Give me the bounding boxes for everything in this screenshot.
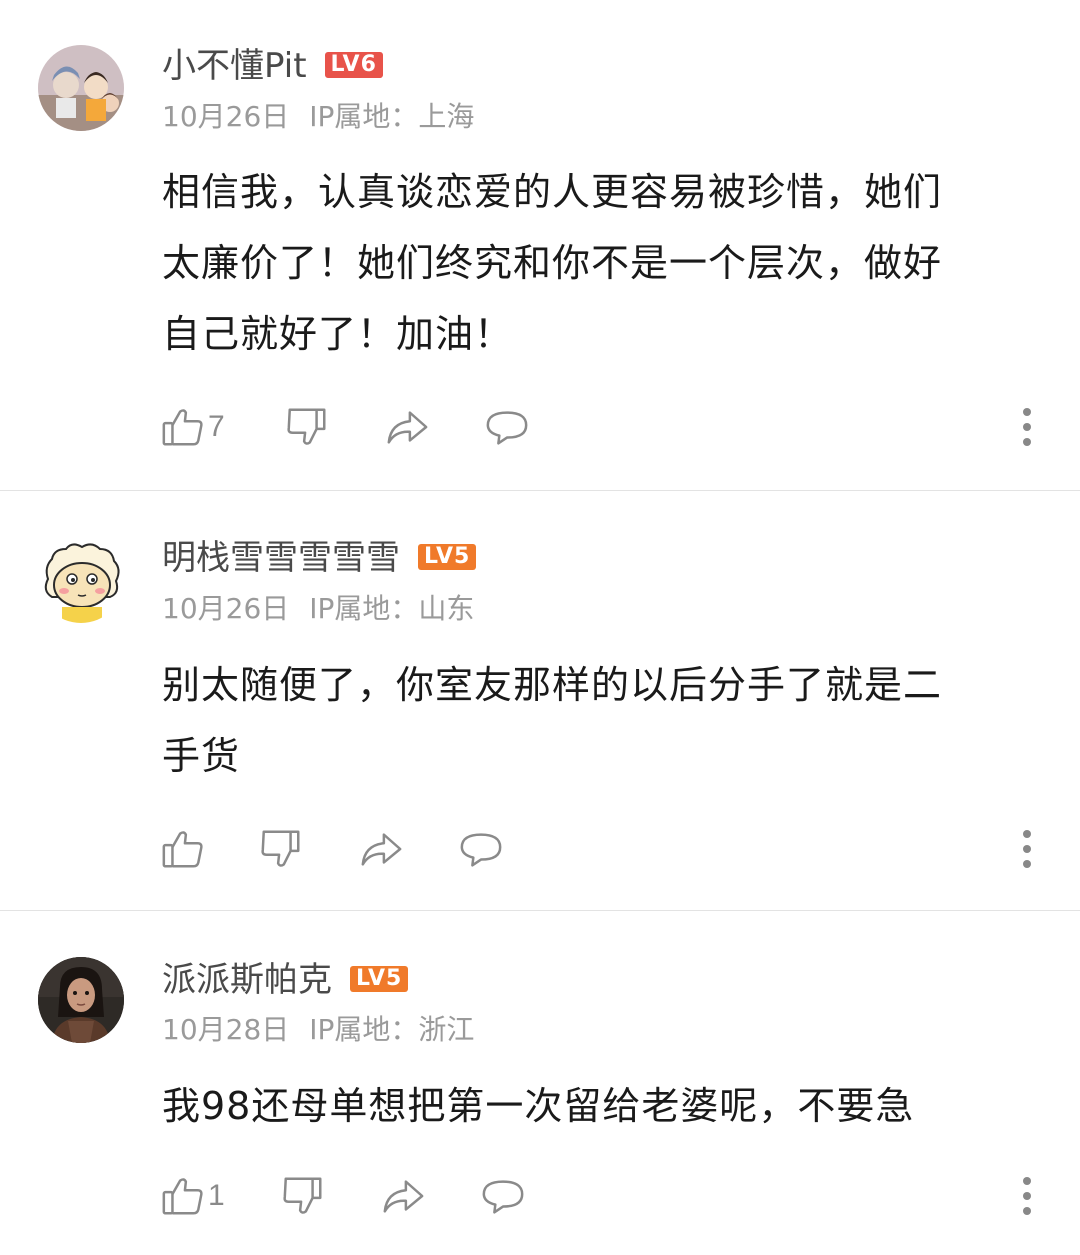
ip-label: IP属地： [309,592,419,625]
like-button[interactable]: 7 [160,402,225,452]
comment-date: 10月28日 [162,1013,290,1046]
more-vertical-icon[interactable] [1022,824,1032,874]
dislike-button[interactable] [284,402,330,452]
comment-line: 相信我，认真谈恋爱的人更容易被珍惜，她们 [162,170,943,214]
ip-label: IP属地： [309,100,419,133]
share-button[interactable] [358,824,404,874]
share-button[interactable] [384,402,430,452]
reply-button[interactable] [458,824,504,874]
share-arrow-icon [387,411,428,444]
comment-line: 别太随便了，你室友那样的以后分手了就是二 [162,663,943,707]
comment-line: 自己就好了！加油！ [162,312,514,356]
share-button[interactable] [380,1171,426,1221]
dislike-button[interactable] [280,1171,326,1221]
username[interactable]: 派派斯帕克 LV5 [162,960,409,1000]
username-text[interactable]: 小不懂Pit [162,46,307,86]
comment-line: 手货 [162,734,241,778]
reply-button[interactable] [480,1171,526,1221]
comment-line: 太廉价了！她们终究和你不是一个层次，做好 [162,241,943,285]
level-badge: LV6 [324,51,383,78]
comment-date: 10月26日 [162,100,290,133]
share-arrow-icon [361,833,402,866]
like-count: 7 [208,410,225,443]
ip-location: 上海 [418,100,475,133]
like-count: 1 [208,1179,225,1212]
dislike-button[interactable] [258,824,304,874]
comment-date: 10月26日 [162,592,290,625]
thumbs-down-icon [261,830,300,867]
avatar[interactable] [38,957,124,1043]
username-text[interactable]: 派派斯帕克 [162,960,332,1000]
share-arrow-icon [383,1180,424,1213]
comment-meta: 10月26日 IP属地：上海 [162,100,474,134]
level-badge: LV5 [350,965,409,992]
comment-line: 我98还母单想把第一次留给老婆呢，不要急 [162,1084,915,1128]
level-badge: LV5 [418,543,477,570]
comment-bubble-icon [482,1180,524,1214]
reply-button[interactable] [484,402,530,452]
divider [0,910,1080,911]
action-bar [160,824,1060,874]
comment-bubble-icon [486,411,528,445]
more-vertical-icon[interactable] [1022,402,1032,452]
action-bar: 1 [160,1171,1060,1221]
comment-text: 我98还母单想把第一次留给老婆呢，不要急 [162,1071,1022,1142]
action-bar: 7 [160,402,1060,452]
thumbs-down-icon [287,408,326,445]
username[interactable]: 明栈雪雪雪雪雪 LV5 [162,538,477,578]
username-text[interactable]: 明栈雪雪雪雪雪 [162,538,400,578]
avatar[interactable] [38,537,124,623]
more-vertical-icon[interactable] [1022,1171,1032,1221]
thumbs-down-icon [283,1177,322,1214]
like-button[interactable]: 1 [160,1171,225,1221]
thumbs-up-icon [162,1178,203,1215]
comment-bubble-icon [460,833,502,867]
thumbs-up-icon [162,409,203,446]
ip-location: 浙江 [418,1013,475,1046]
comment-text: 别太随便了，你室友那样的以后分手了就是二 手货 [162,650,1022,792]
avatar[interactable] [38,45,124,131]
ip-label: IP属地： [309,1013,419,1046]
comment-text: 相信我，认真谈恋爱的人更容易被珍惜，她们 太廉价了！她们终究和你不是一个层次，做… [162,157,1022,370]
divider [0,490,1080,491]
comment-meta: 10月26日 IP属地：山东 [162,592,474,626]
username[interactable]: 小不懂Pit LV6 [162,46,383,86]
thumbs-up-icon [162,831,203,868]
like-button[interactable] [160,824,208,874]
comment-meta: 10月28日 IP属地：浙江 [162,1013,474,1047]
ip-location: 山东 [418,592,475,625]
